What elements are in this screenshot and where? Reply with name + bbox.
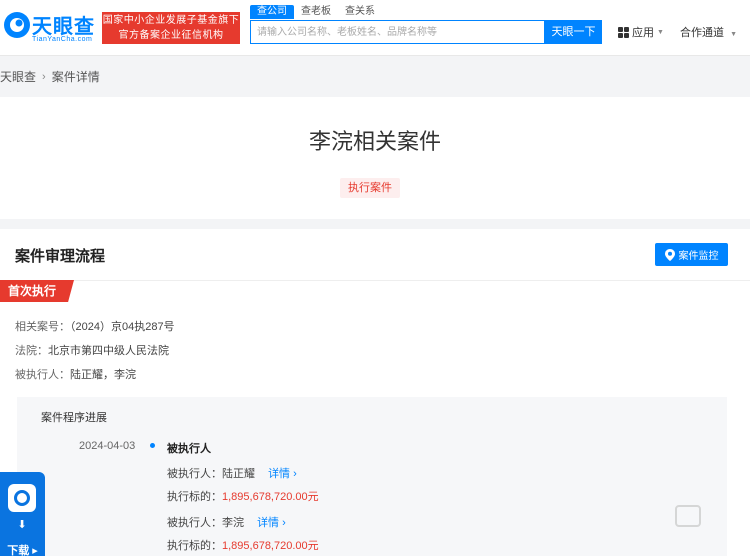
logo-eye-icon (2, 10, 32, 40)
search-button[interactable]: 天眼一下 (545, 20, 602, 44)
executed-person-value: 陆正耀，李浣 (70, 369, 136, 381)
search-box (250, 20, 545, 44)
entry-person-value: 李浣 (222, 517, 244, 529)
process-header: 案件审理流程 案件监控 (0, 229, 750, 281)
app-logo-icon (8, 484, 36, 512)
breadcrumb: 天眼查 › 案件详情 (0, 68, 100, 85)
chevron-right-icon: › (293, 468, 297, 480)
breadcrumb-current: 案件详情 (52, 68, 100, 85)
process-title: 案件审理流程 (15, 245, 105, 266)
entry-person-value: 陆正耀 (222, 468, 255, 480)
entry-person-row: 被执行人：李浣 详情 › (167, 514, 286, 530)
entry-amount-row: 执行标的：1,895,678,720.00元 (167, 488, 319, 504)
case-number-row: 相关案号：（2024）京04执287号 (15, 318, 175, 334)
case-number-value: （2024）京04执287号 (70, 321, 175, 333)
caret-down-icon: ▼ (730, 31, 737, 38)
logo[interactable]: 天眼查 TianYanCha.com (2, 8, 100, 48)
tab-search-relation[interactable]: 查关系 (338, 5, 382, 19)
timeline-dot-icon (150, 443, 155, 448)
court-value: 北京市第四中级人民法院 (48, 345, 169, 357)
page-title: 李浣相关案件 (0, 124, 750, 156)
badge-line-2: 官方备案企业征信机构 (102, 28, 240, 43)
court-label: 法院： (15, 345, 48, 357)
top-header: 天眼查 TianYanCha.com 国家中小企业发展子基金旗下 官方备案企业征… (0, 0, 750, 56)
detail-link-label: 详情 (268, 468, 290, 480)
tab-search-boss[interactable]: 查老板 (294, 5, 338, 19)
progress-box: 案件程序进展 2024-04-03 被执行人 被执行人：陆正耀 详情 › 执行标… (17, 397, 727, 556)
entry-person-label: 被执行人： (167, 468, 222, 480)
process-card: 案件审理流程 案件监控 首次执行 相关案号：（2024）京04执287号 法院：… (0, 229, 750, 556)
watermark-logo (675, 505, 701, 527)
search-input[interactable] (251, 21, 544, 43)
detail-link-label: 详情 (257, 517, 279, 529)
nav-cooperation[interactable]: 合作通道 ▼ (680, 24, 737, 40)
chevron-right-icon: › (42, 71, 46, 83)
entry-amount-row: 执行标的：1,895,678,720.00元 (167, 537, 319, 553)
case-monitor-button[interactable]: 案件监控 (655, 243, 728, 266)
case-type-tag: 执行案件 (340, 178, 400, 198)
chevron-right-icon: › (282, 517, 286, 529)
first-execution-tag: 首次执行 (0, 280, 74, 302)
search-tabs: 查公司 查老板 查关系 (250, 5, 382, 19)
detail-link[interactable]: 详情 › (257, 517, 286, 529)
executed-person-row: 被执行人：陆正耀，李浣 (15, 366, 136, 382)
detail-link[interactable]: 详情 › (268, 468, 297, 480)
progress-date: 2024-04-03 (79, 440, 135, 452)
entry-amount-value: 1,895,678,720.00元 (222, 491, 319, 503)
badge-line-1: 国家中小企业发展子基金旗下 (102, 13, 240, 28)
progress-event: 被执行人 (167, 440, 211, 456)
download-app-widget[interactable]: ⬇ 下载 ▸ (0, 472, 45, 556)
entry-person-label: 被执行人： (167, 517, 222, 529)
official-badge: 国家中小企业发展子基金旗下 官方备案企业征信机构 (102, 12, 240, 44)
progress-title: 案件程序进展 (41, 409, 107, 425)
download-label: 下载 ▸ (0, 542, 45, 556)
entry-amount-label: 执行标的： (167, 491, 222, 503)
executed-person-label: 被执行人： (15, 369, 70, 381)
nav-coop-label: 合作通道 (680, 27, 724, 39)
case-number-label: 相关案号： (15, 321, 70, 333)
entry-amount-label: 执行标的： (167, 540, 222, 552)
title-card: 李浣相关案件 (0, 97, 750, 219)
apps-grid-icon (618, 27, 629, 38)
tab-search-company[interactable]: 查公司 (250, 5, 294, 19)
entry-person-row: 被执行人：陆正耀 详情 › (167, 465, 297, 481)
logo-subtitle: TianYanCha.com (32, 36, 92, 43)
breadcrumb-home[interactable]: 天眼查 (0, 68, 36, 85)
location-pin-icon (665, 249, 675, 261)
logo-text: 天眼查 (32, 10, 95, 39)
case-monitor-label: 案件监控 (679, 247, 719, 262)
download-arrow-icon: ⬇ (16, 518, 28, 530)
caret-down-icon: ▼ (657, 29, 664, 36)
court-row: 法院：北京市第四中级人民法院 (15, 342, 169, 358)
nav-apps[interactable]: 应用 ▼ (618, 24, 664, 40)
nav-apps-label: 应用 (632, 24, 654, 40)
entry-amount-value: 1,895,678,720.00元 (222, 540, 319, 552)
